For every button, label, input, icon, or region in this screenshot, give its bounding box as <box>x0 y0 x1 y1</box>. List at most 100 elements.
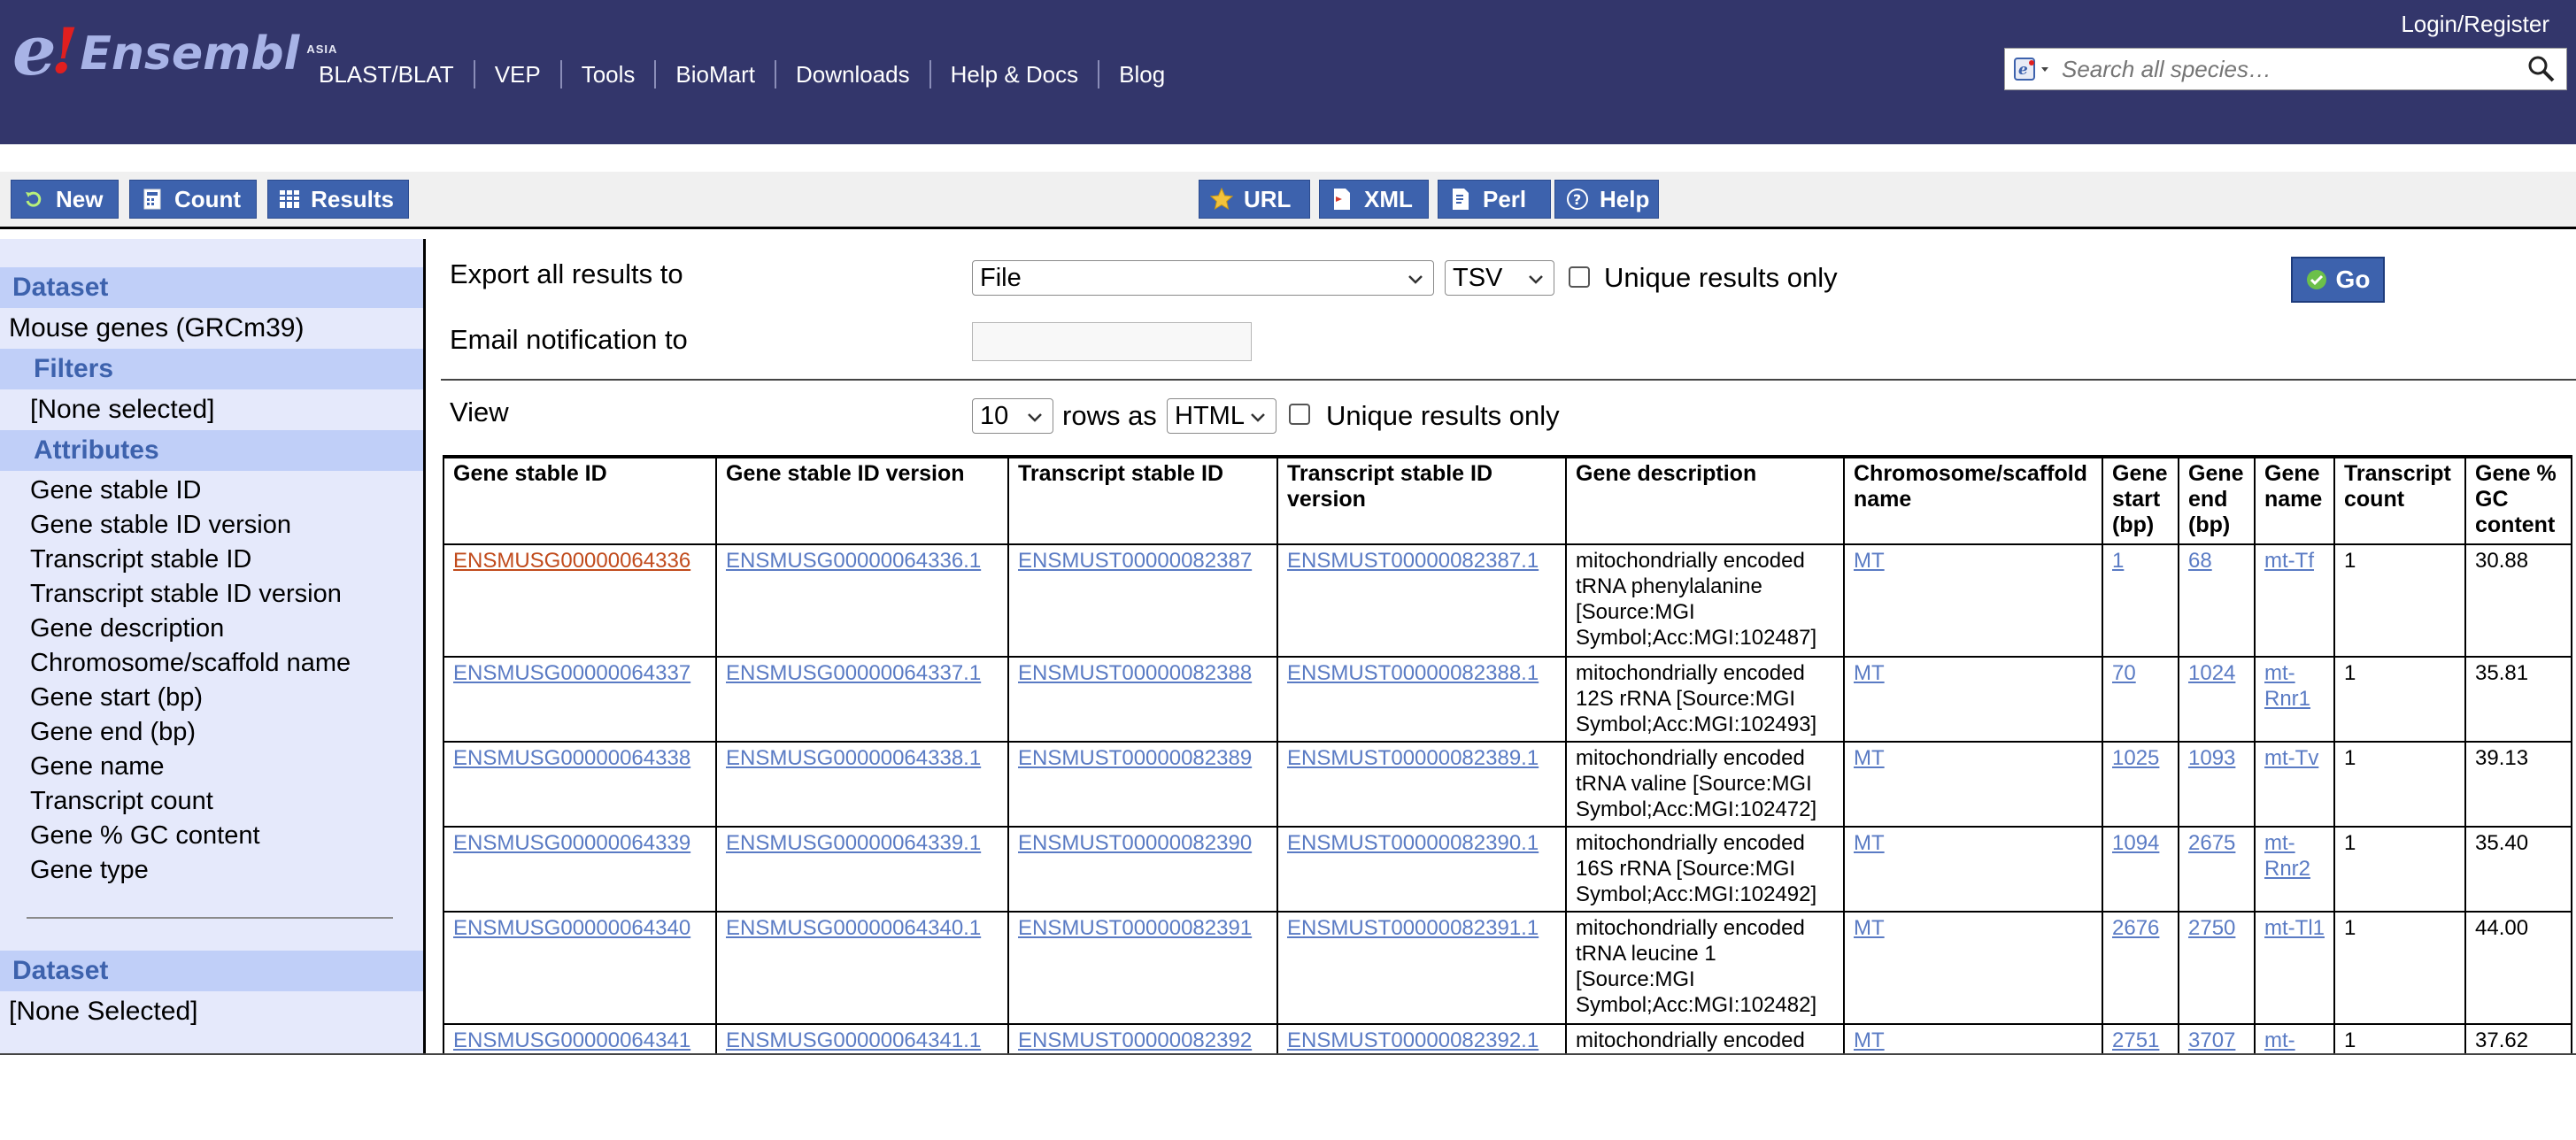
view-unique-checkbox[interactable] <box>1289 404 1310 425</box>
gene-name-link[interactable]: mt-Rnr2 <box>2264 831 2310 881</box>
gene-start-link[interactable]: 1 <box>2112 549 2124 573</box>
gene-start-link[interactable]: 70 <box>2112 661 2136 685</box>
view-unique-label: Unique results only <box>1326 400 1560 431</box>
chromosome-link[interactable]: MT <box>1854 916 1885 940</box>
nav-downloads[interactable]: Downloads <box>775 60 929 89</box>
go-button[interactable]: Go <box>2291 257 2385 303</box>
gene-id-link[interactable]: ENSMUSG00000064340 <box>453 916 690 940</box>
ensembl-logo[interactable]: e ! Ensembl ASIA <box>12 16 337 87</box>
help-button[interactable]: ? Help <box>1554 180 1659 219</box>
view-format-select[interactable]: HTML <box>1167 398 1276 434</box>
transcript-id-link[interactable]: ENSMUST00000082392 <box>1018 1028 1252 1052</box>
export-format-select[interactable]: TSV <box>1445 260 1554 296</box>
sidebar-dataset-heading[interactable]: Dataset <box>0 267 423 308</box>
gene-id-link[interactable]: ENSMUSG00000064336 <box>453 549 690 573</box>
gene-end-link[interactable]: 2675 <box>2188 831 2235 855</box>
gene-id-version-link[interactable]: ENSMUSG00000064337.1 <box>726 661 981 685</box>
gene-end-link[interactable]: 68 <box>2188 549 2212 573</box>
login-register-link[interactable]: Login/Register <box>2401 11 2549 38</box>
chromosome-link[interactable]: MT <box>1854 746 1885 770</box>
transcript-count-cell: 1 <box>2333 1023 2466 1055</box>
gc-content-cell: 37.62 <box>2464 1023 2572 1055</box>
logo-e: e <box>12 11 57 91</box>
sidebar-dataset2-value[interactable]: [None Selected] <box>9 997 197 1027</box>
gene-id-link[interactable]: ENSMUSG00000064337 <box>453 661 690 685</box>
sidebar-attribute[interactable]: Transcript count <box>30 787 213 816</box>
rows-count-select[interactable]: 10 <box>972 398 1053 434</box>
transcript-id-link[interactable]: ENSMUST00000082387 <box>1018 549 1252 573</box>
sidebar-attribute[interactable]: Gene name <box>30 752 165 782</box>
sidebar-dataset2-heading[interactable]: Dataset <box>0 951 423 991</box>
chromosome-link[interactable]: MT <box>1854 549 1885 573</box>
search-input[interactable] <box>2060 54 2524 84</box>
transcript-id-version-link[interactable]: ENSMUST00000082387.1 <box>1287 549 1539 573</box>
transcript-id-version-link[interactable]: ENSMUST00000082392.1 <box>1287 1028 1539 1052</box>
export-unique-checkbox[interactable] <box>1569 266 1590 288</box>
count-button[interactable]: Count <box>129 180 257 219</box>
export-destination-select[interactable]: File <box>972 260 1434 296</box>
perl-button[interactable]: Perl <box>1438 180 1551 219</box>
sidebar-attribute[interactable]: Transcript stable ID <box>30 545 251 574</box>
sidebar-attribute[interactable]: Gene end (bp) <box>30 718 196 747</box>
sidebar-attribute[interactable]: Chromosome/scaffold name <box>30 649 351 678</box>
gene-end-link[interactable]: 1024 <box>2188 661 2235 685</box>
nav-blog[interactable]: Blog <box>1098 60 1184 89</box>
chromosome-link[interactable]: MT <box>1854 831 1885 855</box>
chromosome-link[interactable]: MT <box>1854 1028 1885 1052</box>
gene-start-link[interactable]: 1025 <box>2112 746 2159 770</box>
gene-name-link[interactable]: mt-Tv <box>2264 746 2318 770</box>
gene-end-link[interactable]: 1093 <box>2188 746 2235 770</box>
transcript-id-link[interactable]: ENSMUST00000082390 <box>1018 831 1252 855</box>
nav-help-docs[interactable]: Help & Docs <box>929 60 1099 89</box>
transcript-id-version-link[interactable]: ENSMUST00000082389.1 <box>1287 746 1539 770</box>
gene-id-version-link[interactable]: ENSMUSG00000064339.1 <box>726 831 981 855</box>
transcript-id-version-link[interactable]: ENSMUST00000082390.1 <box>1287 831 1539 855</box>
nav-blast[interactable]: BLAST/BLAT <box>306 60 474 89</box>
gene-id-version-link[interactable]: ENSMUSG00000064336.1 <box>726 549 981 573</box>
transcript-id-version-link[interactable]: ENSMUST00000082388.1 <box>1287 661 1539 685</box>
nav-biomart[interactable]: BioMart <box>654 60 775 89</box>
gene-end-link[interactable]: 2750 <box>2188 916 2235 940</box>
sidebar-attribute[interactable]: Gene type <box>30 856 149 885</box>
sidebar-attribute[interactable]: Gene stable ID <box>30 476 201 505</box>
sidebar-attribute[interactable]: Gene stable ID version <box>30 511 291 540</box>
gene-id-version-link[interactable]: ENSMUSG00000064340.1 <box>726 916 981 940</box>
sidebar-attribute[interactable]: Gene description <box>30 614 224 643</box>
sidebar-attribute[interactable]: Transcript stable ID version <box>30 580 342 609</box>
transcript-id-version-link[interactable]: ENSMUST00000082391.1 <box>1287 916 1539 940</box>
gene-start-link[interactable]: 2676 <box>2112 916 2159 940</box>
nav-tools[interactable]: Tools <box>559 60 655 89</box>
sidebar-attributes-heading[interactable]: Attributes <box>0 430 423 471</box>
sidebar-filters-heading[interactable]: Filters <box>0 349 423 389</box>
gene-id-link[interactable]: ENSMUSG00000064341 <box>453 1028 690 1052</box>
url-button[interactable]: URL <box>1199 180 1310 219</box>
gene-id-link[interactable]: ENSMUSG00000064339 <box>453 831 690 855</box>
gene-id-link[interactable]: ENSMUSG00000064338 <box>453 746 690 770</box>
chromosome-link[interactable]: MT <box>1854 661 1885 685</box>
transcript-id-link[interactable]: ENSMUST00000082389 <box>1018 746 1252 770</box>
gene-name-link[interactable]: mt-Rnr1 <box>2264 661 2310 711</box>
gene-id-version-link[interactable]: ENSMUSG00000064338.1 <box>726 746 981 770</box>
gene-start-link[interactable]: 2751 <box>2112 1028 2159 1052</box>
rows-as-label: rows as <box>1062 400 1157 431</box>
transcript-id-link[interactable]: ENSMUST00000082391 <box>1018 916 1252 940</box>
new-button[interactable]: New <box>11 180 119 219</box>
xml-button[interactable]: XML <box>1319 180 1429 219</box>
gene-end-link[interactable]: 3707 <box>2188 1028 2235 1052</box>
table-cell: MT <box>1843 741 2103 828</box>
sidebar-attribute[interactable]: Gene start (bp) <box>30 683 203 712</box>
gene-name-link[interactable]: mt-Tf <box>2264 549 2314 573</box>
gene-name-link[interactable]: mt- <box>2264 1028 2295 1052</box>
transcript-id-link[interactable]: ENSMUST00000082388 <box>1018 661 1252 685</box>
species-selector[interactable]: e <box>2005 49 2060 89</box>
results-button[interactable]: Results <box>267 180 409 219</box>
sidebar-attribute[interactable]: Gene % GC content <box>30 821 260 851</box>
gene-start-link[interactable]: 1094 <box>2112 831 2159 855</box>
sidebar-filters-value[interactable]: [None selected] <box>30 395 214 425</box>
gene-id-version-link[interactable]: ENSMUSG00000064341.1 <box>726 1028 981 1052</box>
search-icon[interactable] <box>2524 54 2559 84</box>
gene-name-link[interactable]: mt-Tl1 <box>2264 916 2325 940</box>
email-field[interactable] <box>972 322 1252 361</box>
sidebar-dataset-value[interactable]: Mouse genes (GRCm39) <box>9 313 304 343</box>
nav-vep[interactable]: VEP <box>473 60 560 89</box>
